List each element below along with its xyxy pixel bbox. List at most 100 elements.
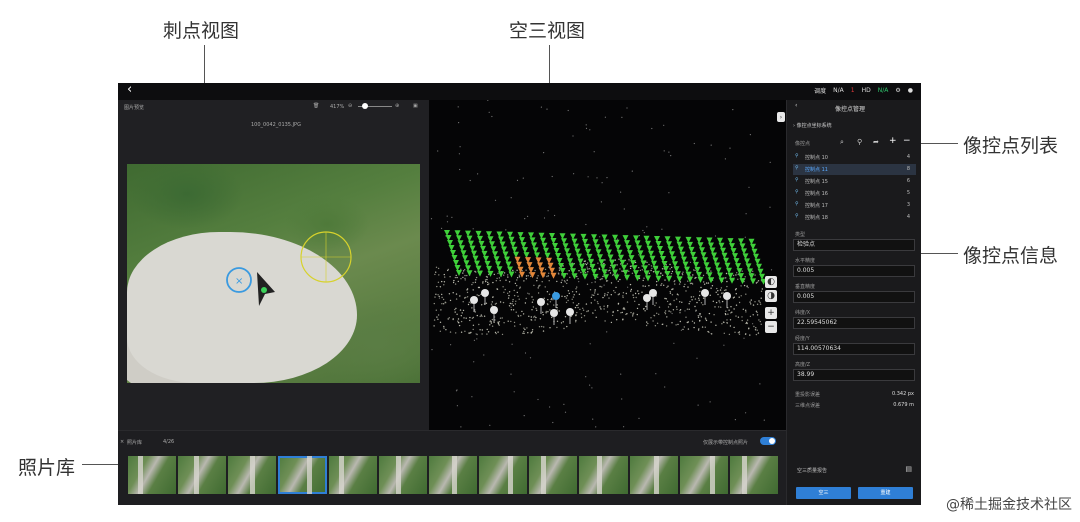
gcp-management-panel: ‹ 像控点管理 › 像控点坐标系统 像控点 ⌕ ⚲ ➦ + − ⚲ 控制点 10 4… (786, 100, 921, 505)
callout-list: 像控点列表 (963, 135, 1059, 157)
road-stripe (306, 456, 312, 494)
remove-icon[interactable]: − (903, 136, 911, 146)
gcp-list-item[interactable]: ⚲ 控制点 10 4 (793, 152, 916, 163)
status-item: 1 (850, 87, 855, 94)
callout-info: 像控点信息 (963, 245, 1059, 267)
road-stripe (508, 456, 514, 494)
gcp-name: 控制点 17 (805, 203, 828, 209)
photo-thumbnail[interactable] (479, 456, 528, 494)
share-icon[interactable]: ➦ (873, 138, 879, 146)
zoom-slider[interactable] (358, 103, 392, 109)
photo-thumbnail[interactable] (278, 456, 327, 494)
gcp-list-item[interactable]: ⚲ 控制点 16 5 (793, 188, 916, 199)
photo-thumbnail[interactable] (679, 456, 728, 494)
gcp-list-item[interactable]: ⚲ 控制点 18 4 (793, 212, 916, 223)
gcp-name: 控制点 10 (805, 155, 828, 161)
aerotriangulation-3d-view[interactable]: ◐ ◑ + − › (429, 100, 786, 430)
document-icon[interactable]: ▤ (905, 465, 912, 473)
panel-title: 图片预览 (124, 105, 145, 111)
alt-field[interactable]: 38.99 (793, 369, 915, 381)
report-link[interactable]: 空三质量报告 (797, 467, 827, 474)
gcp-list-item[interactable]: ⚲ 控制点 15 6 (793, 176, 916, 187)
trash-icon[interactable]: 🗑 (313, 103, 319, 109)
lon-field[interactable]: 114.00570634 (793, 343, 915, 355)
photo-thumbnail[interactable] (629, 456, 678, 494)
zoom-out-button[interactable]: − (765, 321, 777, 333)
callout-kong-san: 空三视图 (509, 20, 586, 42)
road-stripe (452, 456, 458, 494)
photo-thumbnail[interactable] (328, 456, 377, 494)
status-item: N/A (877, 87, 889, 94)
pin-icon[interactable]: ⚲ (857, 138, 862, 146)
type-label: 类型 (795, 232, 806, 238)
gcp-name: 控制点 18 (805, 215, 828, 221)
svg-text:×: × (235, 276, 243, 287)
camera-icon[interactable]: ◑ (765, 290, 777, 302)
gcp-list-item[interactable]: ⚲ 控制点 17 3 (793, 200, 916, 211)
alt-label: 高度/Z (795, 362, 811, 368)
list-header: 像控点 (795, 141, 811, 147)
road-stripe (653, 456, 659, 494)
back-icon[interactable]: ‹ (795, 102, 797, 109)
photo-thumbnail[interactable] (729, 456, 779, 494)
photo-filename: 100_0042_0135.JPG (251, 122, 301, 128)
photo-library: × 照片库 4/26 仅展示带控制点照片 (118, 430, 786, 505)
road-stripe (137, 456, 143, 494)
photo-count: 4/26 (163, 439, 175, 445)
callout-ci-dian: 刺点视图 (163, 20, 240, 42)
photo-image[interactable]: × (127, 164, 420, 383)
photo-thumbnail[interactable] (228, 456, 277, 494)
collapse-icon[interactable]: › (777, 112, 785, 122)
section-label: 像控点坐标系统 (796, 123, 832, 129)
back-chevron-icon[interactable]: ‹ (127, 83, 132, 97)
layer-icon[interactable]: ◐ (765, 276, 777, 288)
zoom-level: 417% (330, 104, 345, 110)
add-icon[interactable]: + (889, 136, 897, 146)
reconstruct-button[interactable]: 重建 (858, 487, 913, 499)
road-stripe (194, 456, 200, 494)
zoom-in-icon[interactable]: ⊕ (395, 103, 399, 109)
pin-icon: ⚲ (795, 189, 799, 195)
photo-thumbnail[interactable] (428, 456, 478, 494)
gear-icon[interactable]: ⚙ (895, 87, 900, 94)
err3d-value: 0.679 m (893, 402, 914, 408)
point-cloud (430, 100, 777, 428)
search-icon[interactable]: ⌕ (840, 138, 844, 147)
target-marker[interactable]: × (127, 164, 420, 383)
pin-icon: ⚲ (795, 177, 799, 183)
aerotriangulation-button[interactable]: 空三 (796, 487, 851, 499)
gcp-name: 控制点 16 (805, 191, 828, 197)
collapse-icon[interactable]: × (120, 439, 124, 445)
callout-photo-lib: 照片库 (18, 457, 76, 479)
section-title[interactable]: › 像控点坐标系统 (793, 122, 832, 129)
gcp-photo-count: 8 (906, 166, 910, 172)
callout-line (918, 143, 958, 144)
zoom-slider-handle[interactable] (362, 103, 368, 109)
app-window: ‹ 调度 N/A 1 HD N/A ⚙ ● 图片预览 🗑 417% ⊖ ⊕ ▣ … (118, 83, 921, 505)
photo-thumbnail[interactable] (128, 456, 177, 494)
h-acc-field[interactable]: 0.005 (793, 265, 915, 277)
v-acc-field[interactable]: 0.005 (793, 291, 915, 303)
toggle-label: 仅展示带控制点照片 (703, 440, 749, 446)
fullscreen-icon[interactable]: ▣ (413, 103, 418, 109)
pin-icon: ⚲ (795, 201, 799, 207)
lat-label: 纬度/X (795, 310, 811, 316)
photo-thumbnail[interactable] (378, 456, 427, 494)
zoom-in-button[interactable]: + (765, 307, 777, 319)
photo-thumbnail[interactable] (178, 456, 227, 494)
lat-field[interactable]: 22.59545062 (793, 317, 915, 329)
status-item: 调度 (814, 88, 827, 95)
photo-thumbnail[interactable] (529, 456, 578, 494)
status-item: HD (861, 87, 871, 94)
type-select[interactable]: 检验点 (793, 239, 915, 251)
photo-thumbnail[interactable] (579, 456, 628, 494)
status-item: N/A (833, 87, 844, 94)
zoom-out-icon[interactable]: ⊖ (348, 103, 352, 109)
err3d-label: 三维点误差 (795, 403, 821, 409)
gcp-photo-toggle[interactable] (760, 437, 776, 445)
pin-icon: ⚲ (795, 213, 799, 219)
gcp-list-item[interactable]: ⚲ 控制点 11 8 (793, 164, 916, 175)
user-icon[interactable]: ● (908, 87, 913, 94)
reproj-label: 重投影误差 (795, 392, 821, 398)
callout-line (82, 464, 122, 465)
